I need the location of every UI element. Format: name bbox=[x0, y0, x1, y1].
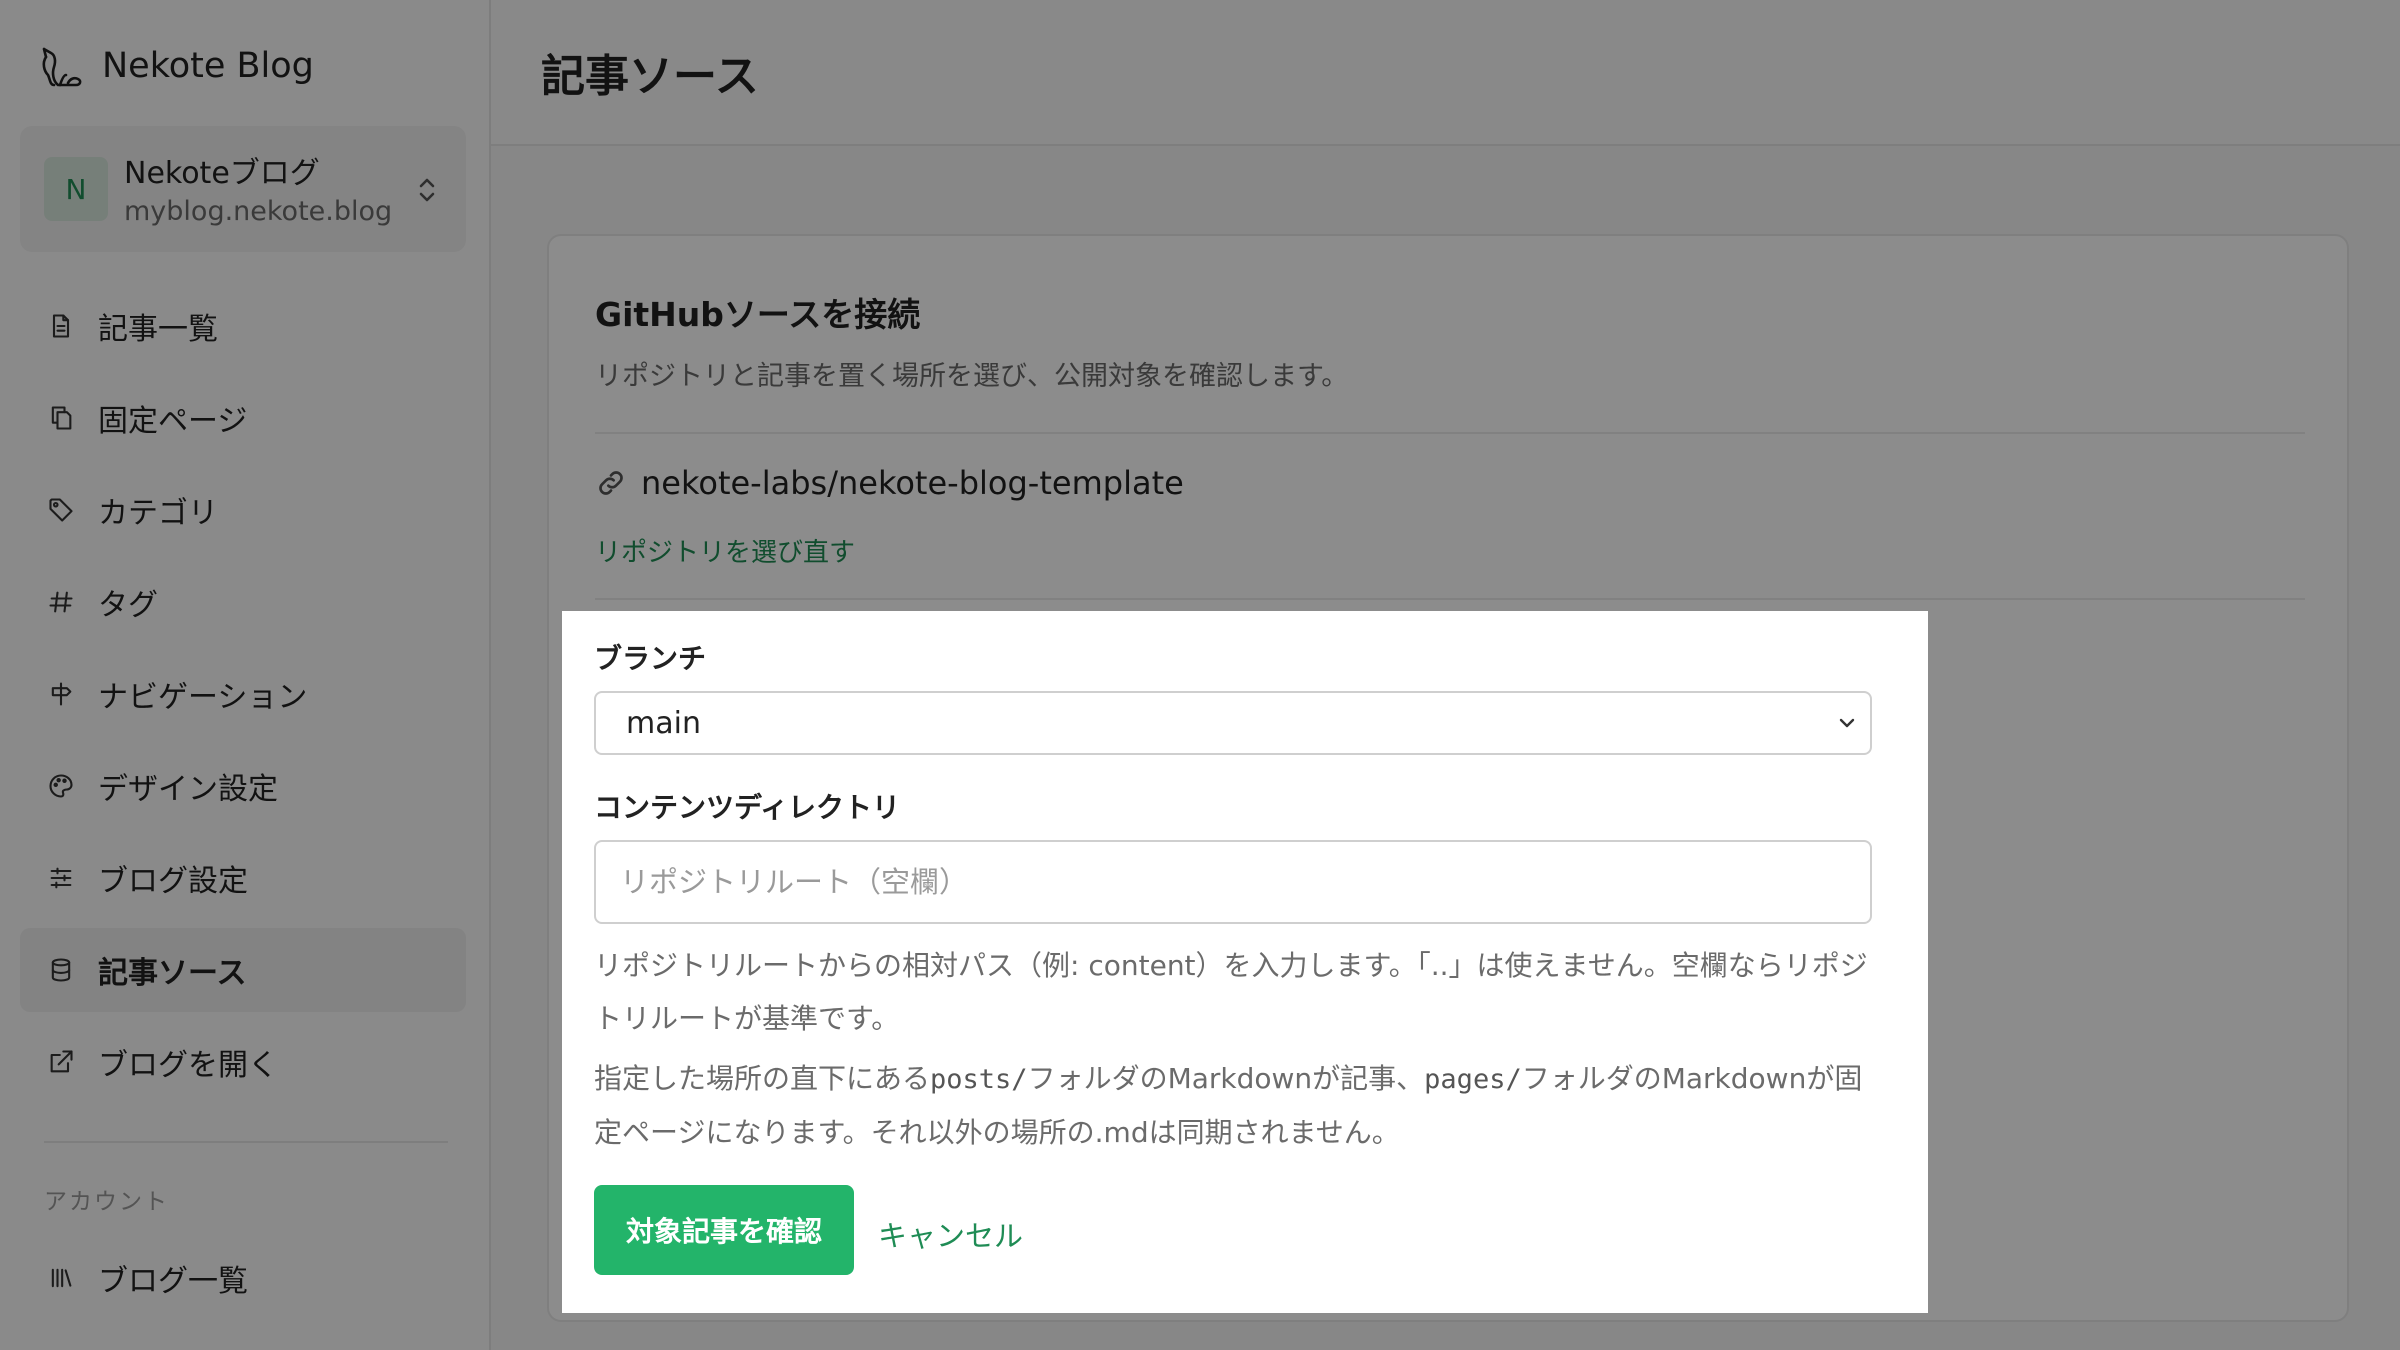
sync-help-text: 指定した場所の直下にあるposts/フォルダのMarkdownが記事、pages… bbox=[594, 1052, 1884, 1159]
confirm-target-posts-button[interactable]: 対象記事を確認 bbox=[594, 1185, 854, 1275]
branch-label: ブランチ bbox=[594, 642, 707, 675]
branch-select[interactable]: main bbox=[594, 691, 1872, 755]
content-directory-input[interactable] bbox=[594, 840, 1872, 924]
pages-folder-code: pages/ bbox=[1424, 1064, 1522, 1095]
chevron-down-icon bbox=[1839, 718, 1855, 728]
sync-help-part: フォルダのMarkdownが記事、 bbox=[1027, 1062, 1425, 1095]
content-directory-label: コンテンツディレクトリ bbox=[594, 791, 901, 824]
cancel-link[interactable]: キャンセル bbox=[878, 1213, 1023, 1255]
directory-help-text: リポジトリルートからの相対パス（例: content）を入力します。「..」は使… bbox=[594, 949, 1868, 1035]
branch-selected-value: main bbox=[626, 706, 701, 741]
posts-folder-code: posts/ bbox=[930, 1064, 1028, 1095]
sync-help-part: 指定した場所の直下にある bbox=[594, 1062, 931, 1095]
source-settings-form: ブランチ main コンテンツディレクトリ リポジトリルートからの相対パス（例:… bbox=[562, 611, 1928, 1313]
